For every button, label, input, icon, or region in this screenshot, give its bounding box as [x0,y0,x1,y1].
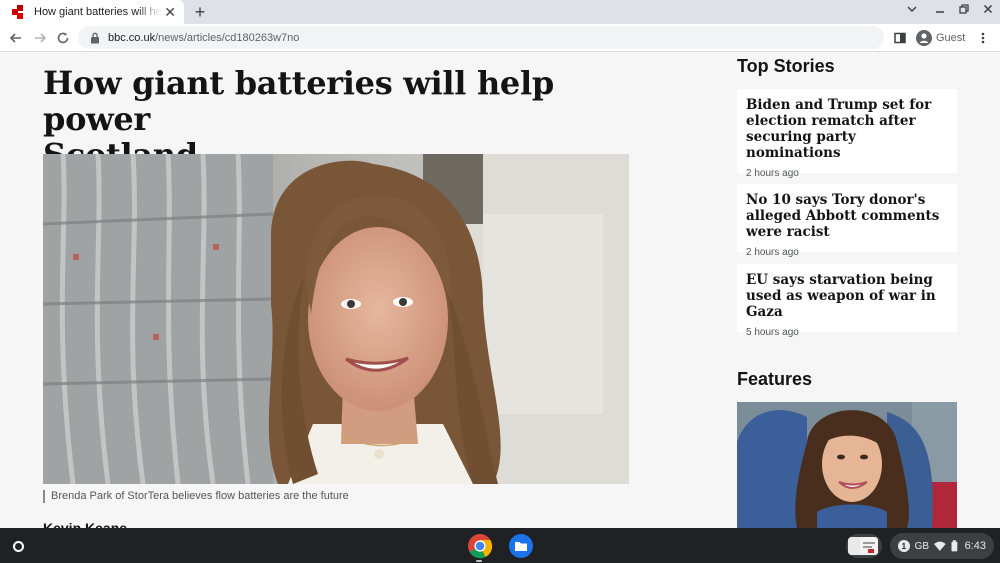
headline-line-1: How giant batteries will help power [43,64,554,138]
browser-tab-active[interactable]: How giant batteries will help power Scot… [0,0,184,24]
launcher-icon[interactable] [8,536,28,556]
bbc-favicon-icon [12,5,26,19]
top-stories-heading: Top Stories [737,56,835,76]
page-content: How giant batteries will help power Scot… [0,52,1000,528]
status-tray[interactable]: 1 GB 6:43 [890,533,994,559]
article-author[interactable]: Kevin Keane [43,520,127,528]
close-window-icon[interactable] [982,3,994,19]
new-tab-button[interactable]: + [190,2,210,22]
tab-close-icon[interactable]: ✕ [164,4,176,20]
profile-label: Guest [936,31,966,44]
lock-icon[interactable] [90,32,100,44]
feature-image[interactable] [737,402,957,528]
story-title[interactable]: Biden and Trump set for election rematch… [746,97,948,161]
reload-icon[interactable] [53,28,73,48]
story-title[interactable]: EU says starvation being used as weapon … [746,272,948,320]
url-host: bbc.co.uk [108,31,156,44]
profile-button[interactable]: Guest [910,26,971,49]
clock-label: 6:43 [964,540,986,552]
tab-strip: How giant batteries will help power Scot… [0,0,1000,24]
hero-caption: Brenda Park of StorTera believes flow ba… [43,490,349,503]
forward-arrow-icon[interactable] [30,28,50,48]
address-bar[interactable]: bbc.co.uk/news/articles/cd180263w7no [78,26,884,49]
top-story-card[interactable]: No 10 says Tory donor's alleged Abbott c… [737,184,957,258]
browser-toolbar: bbc.co.uk/news/articles/cd180263w7no Gue… [0,24,1000,52]
story-timestamp: 5 hours ago [746,327,799,338]
files-app-icon[interactable] [508,533,534,559]
wifi-icon [934,541,946,551]
running-indicator [476,560,482,562]
tab-title: How giant batteries will help power Scot… [34,6,162,18]
os-shelf: 1 GB 6:43 [0,528,1000,563]
notification-count-badge: 1 [898,540,910,552]
minimize-icon[interactable] [934,3,946,19]
story-timestamp: 2 hours ago [746,168,799,179]
hero-image [43,154,629,484]
back-arrow-icon[interactable] [6,28,26,48]
tab-search-icon[interactable] [906,3,918,19]
url-path: /news/articles/cd180263w7no [155,31,300,44]
top-story-card[interactable]: EU says starvation being used as weapon … [737,264,957,338]
input-region-label: GB [914,540,930,552]
top-story-card[interactable]: Biden and Trump set for election rematch… [737,89,957,179]
kebab-menu-icon[interactable] [973,28,993,48]
avatar-icon [916,29,932,46]
holding-space-icon[interactable] [846,534,882,558]
side-panel-icon[interactable] [890,28,910,48]
battery-icon [951,540,958,552]
story-title[interactable]: No 10 says Tory donor's alleged Abbott c… [746,192,948,240]
features-heading: Features [737,369,813,389]
chrome-app-icon[interactable] [467,533,493,559]
story-timestamp: 2 hours ago [746,247,799,258]
restore-icon[interactable] [958,3,970,19]
